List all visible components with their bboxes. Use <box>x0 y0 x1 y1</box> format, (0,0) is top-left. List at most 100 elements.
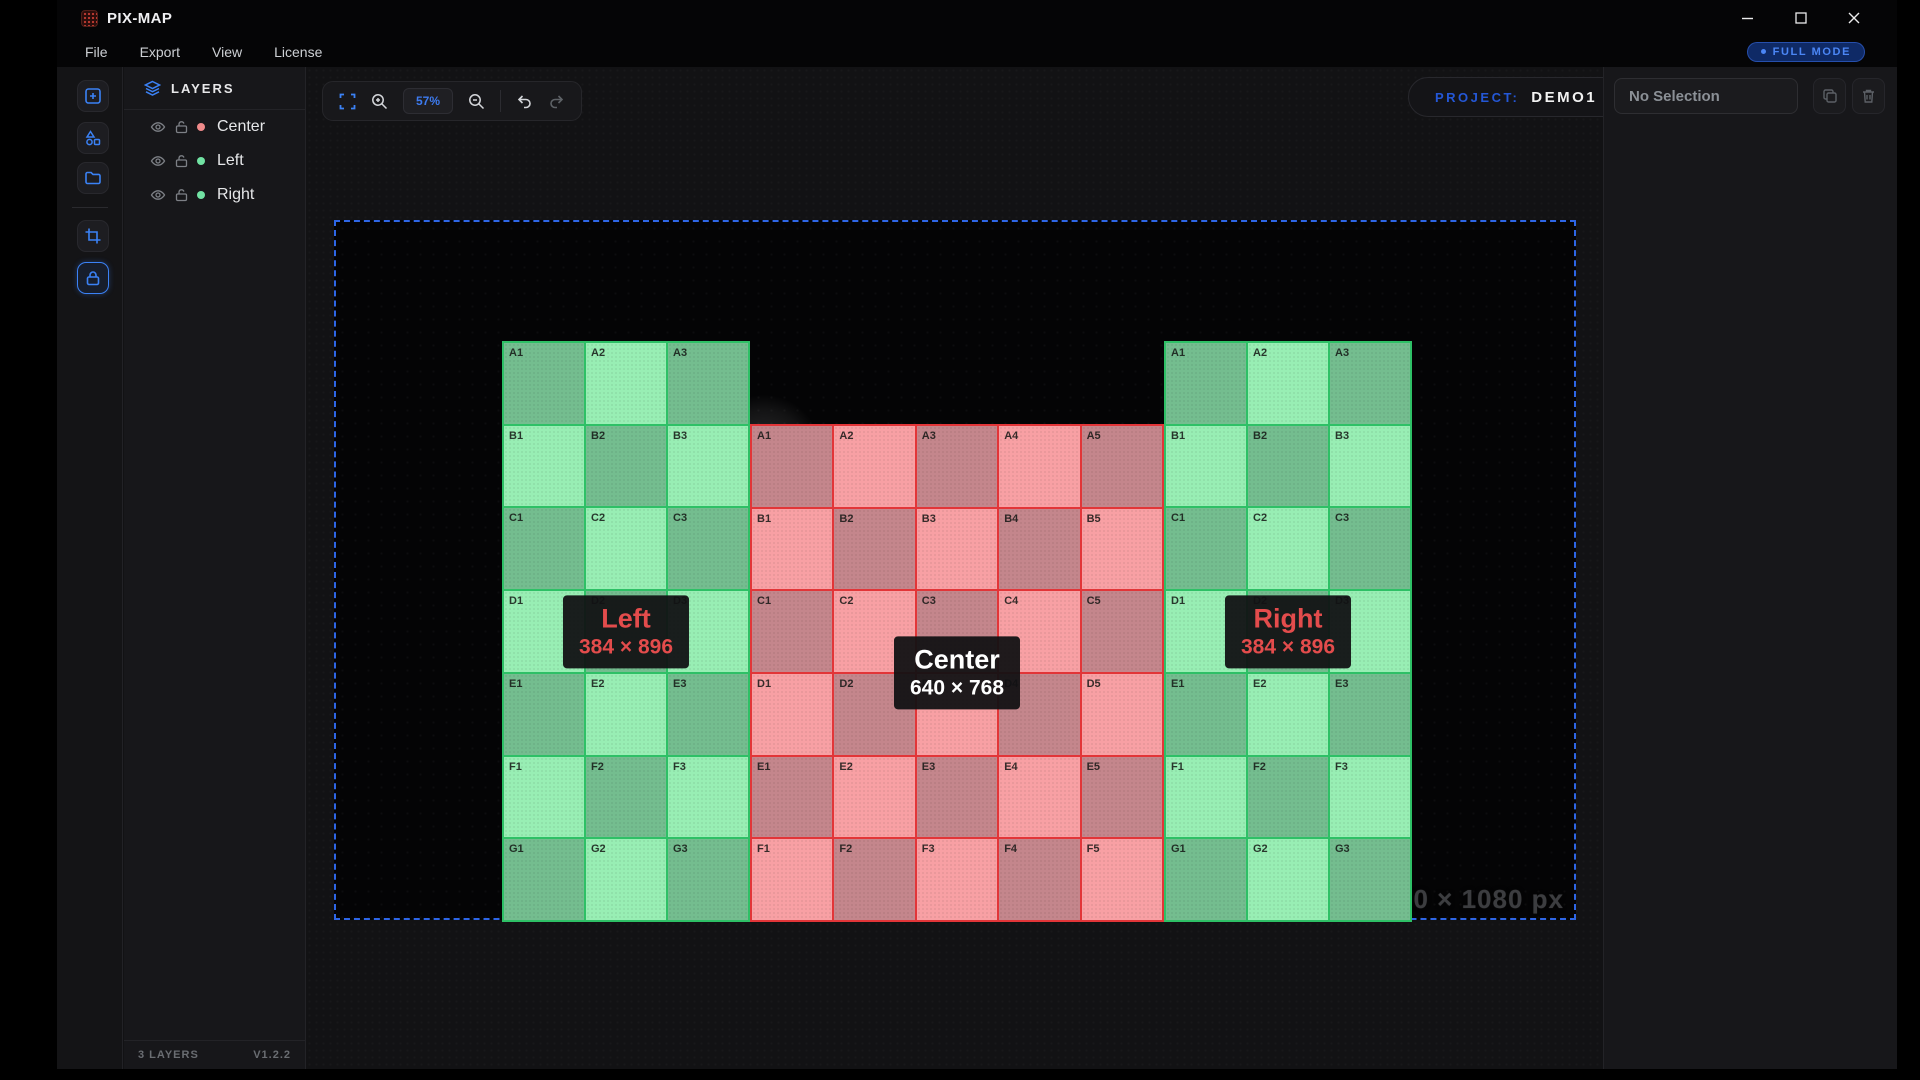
shapes-tool-button[interactable] <box>77 122 109 154</box>
grid-cell-left-F1[interactable]: F1 <box>504 757 584 838</box>
grid-cell-center-A5[interactable]: A5 <box>1082 426 1162 507</box>
grid-cell-right-G3[interactable]: G3 <box>1330 839 1410 920</box>
minimize-button[interactable] <box>1740 11 1755 26</box>
panel-right[interactable]: A1A2A3B1B2B3C1C2C3D1D2D3E1E2E3F1F2F3G1G2… <box>1164 341 1412 922</box>
menu-file[interactable]: File <box>85 44 108 60</box>
maximize-button[interactable] <box>1793 11 1808 26</box>
full-mode-badge[interactable]: FULL MODE <box>1747 42 1865 62</box>
grid-cell-center-F1[interactable]: F1 <box>752 839 832 920</box>
grid-cell-center-A3[interactable]: A3 <box>917 426 997 507</box>
grid-cell-right-F3[interactable]: F3 <box>1330 757 1410 838</box>
grid-cell-right-C2[interactable]: C2 <box>1248 508 1328 589</box>
cell-label: B4 <box>1004 513 1018 525</box>
folder-button[interactable] <box>77 162 109 194</box>
app-version: V1.2.2 <box>253 1049 291 1061</box>
grid-cell-left-E2[interactable]: E2 <box>586 674 666 755</box>
grid-cell-right-B3[interactable]: B3 <box>1330 426 1410 507</box>
grid-cell-left-A3[interactable]: A3 <box>668 343 748 424</box>
menu-export[interactable]: Export <box>140 44 180 60</box>
grid-cell-left-B1[interactable]: B1 <box>504 426 584 507</box>
grid-cell-center-B2[interactable]: B2 <box>834 509 914 590</box>
grid-cell-left-F3[interactable]: F3 <box>668 757 748 838</box>
grid-cell-left-C3[interactable]: C3 <box>668 508 748 589</box>
unlock-icon[interactable] <box>175 154 188 168</box>
grid-cell-center-F4[interactable]: F4 <box>999 839 1079 920</box>
grid-cell-center-D1[interactable]: D1 <box>752 674 832 755</box>
grid-cell-right-B2[interactable]: B2 <box>1248 426 1328 507</box>
grid-cell-right-G2[interactable]: G2 <box>1248 839 1328 920</box>
grid-cell-right-A3[interactable]: A3 <box>1330 343 1410 424</box>
visibility-eye-icon[interactable] <box>150 187 166 203</box>
grid-cell-left-G2[interactable]: G2 <box>586 839 666 920</box>
zoom-level-value[interactable]: 57% <box>403 88 453 114</box>
unlock-icon[interactable] <box>175 188 188 202</box>
visibility-eye-icon[interactable] <box>150 153 166 169</box>
visibility-eye-icon[interactable] <box>150 119 166 135</box>
panel-left[interactable]: A1A2A3B1B2B3C1C2C3D1D2D3E1E2E3F1F2F3G1G2… <box>502 341 750 922</box>
layer-row-left[interactable]: Left <box>124 144 305 178</box>
grid-cell-right-F2[interactable]: F2 <box>1248 757 1328 838</box>
grid-cell-right-A1[interactable]: A1 <box>1166 343 1246 424</box>
cell-label: C2 <box>591 512 605 524</box>
grid-cell-left-B3[interactable]: B3 <box>668 426 748 507</box>
grid-cell-right-F1[interactable]: F1 <box>1166 757 1246 838</box>
grid-cell-center-E4[interactable]: E4 <box>999 757 1079 838</box>
grid-cell-right-C3[interactable]: C3 <box>1330 508 1410 589</box>
zoom-in-button[interactable] <box>371 93 388 110</box>
menu-view[interactable]: View <box>212 44 242 60</box>
grid-cell-right-E3[interactable]: E3 <box>1330 674 1410 755</box>
grid-cell-right-C1[interactable]: C1 <box>1166 508 1246 589</box>
layers-header-label: LAYERS <box>171 81 235 96</box>
grid-cell-center-B4[interactable]: B4 <box>999 509 1079 590</box>
grid-cell-left-G1[interactable]: G1 <box>504 839 584 920</box>
grid-cell-left-E3[interactable]: E3 <box>668 674 748 755</box>
layer-row-center[interactable]: Center <box>124 110 305 144</box>
close-button[interactable] <box>1846 11 1861 26</box>
grid-cell-center-C5[interactable]: C5 <box>1082 591 1162 672</box>
grid-cell-center-E3[interactable]: E3 <box>917 757 997 838</box>
delete-button[interactable] <box>1852 78 1885 114</box>
grid-cell-center-E1[interactable]: E1 <box>752 757 832 838</box>
grid-cell-center-F5[interactable]: F5 <box>1082 839 1162 920</box>
grid-cell-center-A4[interactable]: A4 <box>999 426 1079 507</box>
grid-cell-center-A2[interactable]: A2 <box>834 426 914 507</box>
lock-tool-button[interactable] <box>77 262 109 294</box>
grid-cell-center-B1[interactable]: B1 <box>752 509 832 590</box>
grid-cell-center-B5[interactable]: B5 <box>1082 509 1162 590</box>
grid-cell-left-C1[interactable]: C1 <box>504 508 584 589</box>
layer-row-right[interactable]: Right <box>124 178 305 212</box>
duplicate-button[interactable] <box>1813 78 1846 114</box>
grid-cell-center-D5[interactable]: D5 <box>1082 674 1162 755</box>
undo-button[interactable] <box>516 93 533 110</box>
grid-cell-left-A1[interactable]: A1 <box>504 343 584 424</box>
grid-cell-center-F2[interactable]: F2 <box>834 839 914 920</box>
crop-tool-button[interactable] <box>77 220 109 252</box>
grid-cell-center-E2[interactable]: E2 <box>834 757 914 838</box>
grid-cell-left-G3[interactable]: G3 <box>668 839 748 920</box>
fit-view-button[interactable] <box>339 93 356 110</box>
zoom-out-button[interactable] <box>468 93 485 110</box>
grid-cell-right-A2[interactable]: A2 <box>1248 343 1328 424</box>
grid-cell-left-B2[interactable]: B2 <box>586 426 666 507</box>
layer-color-dot <box>197 157 205 165</box>
grid-cell-right-B1[interactable]: B1 <box>1166 426 1246 507</box>
add-fixture-button[interactable] <box>77 80 109 112</box>
unlock-icon[interactable] <box>175 120 188 134</box>
menu-license[interactable]: License <box>274 44 322 60</box>
grid-cell-left-E1[interactable]: E1 <box>504 674 584 755</box>
grid-cell-right-E2[interactable]: E2 <box>1248 674 1328 755</box>
grid-cell-center-A1[interactable]: A1 <box>752 426 832 507</box>
cell-label: E2 <box>591 678 604 690</box>
grid-cell-center-E5[interactable]: E5 <box>1082 757 1162 838</box>
redo-button[interactable] <box>548 93 565 110</box>
grid-cell-center-C1[interactable]: C1 <box>752 591 832 672</box>
canvas-frame[interactable]: Full Resolution: 1920 × 1080 px A1A2A3B1… <box>334 220 1576 920</box>
grid-cell-center-F3[interactable]: F3 <box>917 839 997 920</box>
grid-cell-right-E1[interactable]: E1 <box>1166 674 1246 755</box>
grid-cell-center-B3[interactable]: B3 <box>917 509 997 590</box>
grid-cell-right-G1[interactable]: G1 <box>1166 839 1246 920</box>
grid-cell-left-F2[interactable]: F2 <box>586 757 666 838</box>
grid-cell-left-A2[interactable]: A2 <box>586 343 666 424</box>
grid-cell-left-C2[interactable]: C2 <box>586 508 666 589</box>
panel-center[interactable]: A1A2A3A4A5B1B2B3B4B5C1C2C3C4C5D1D2D3D4D5… <box>750 424 1164 922</box>
